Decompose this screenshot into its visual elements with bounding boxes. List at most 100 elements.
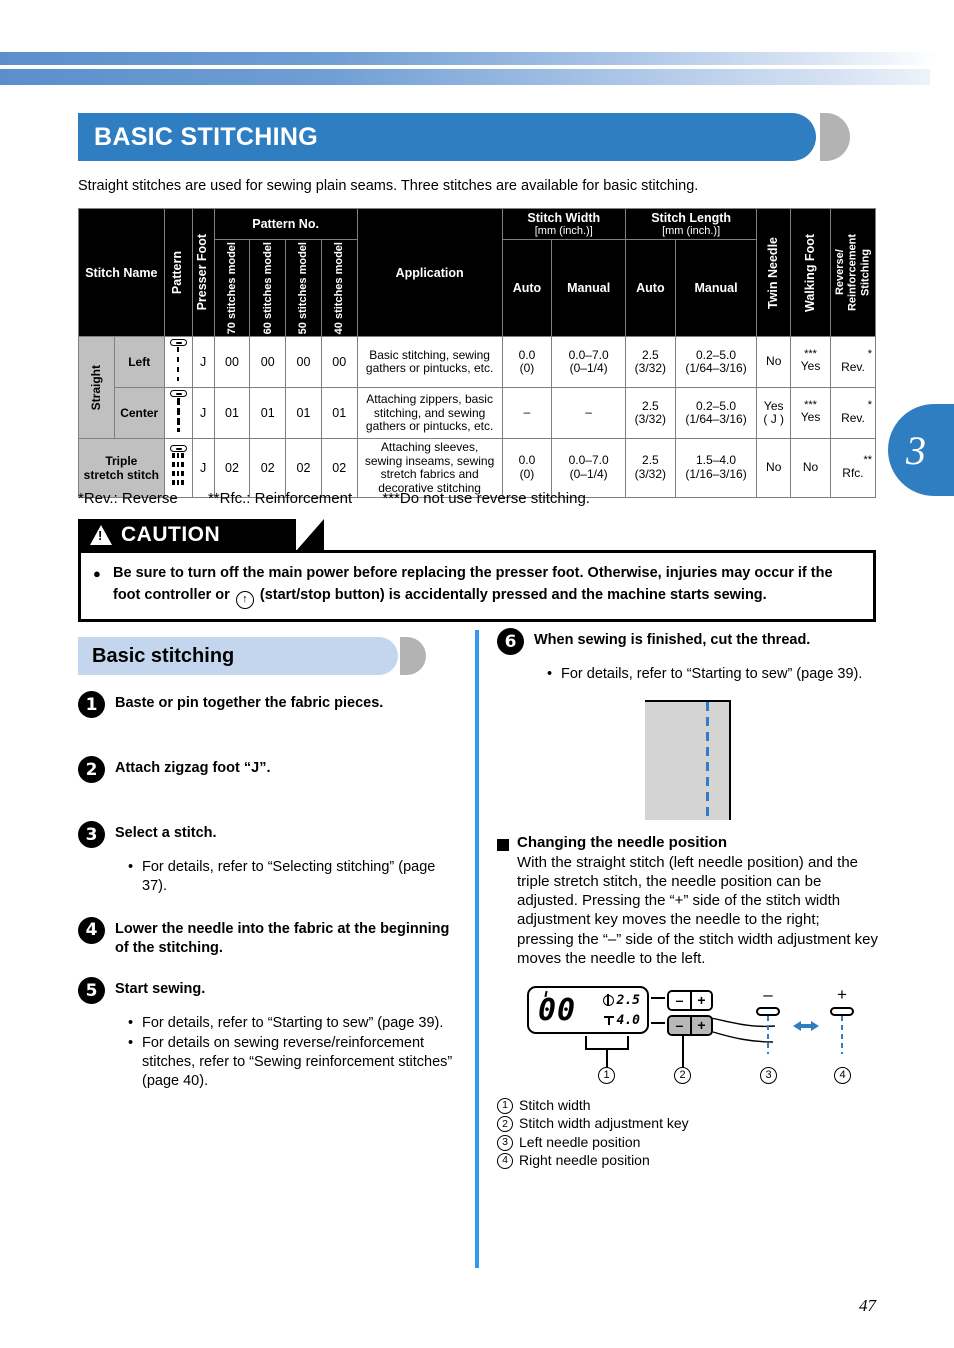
col-pattern: Pattern: [163, 207, 193, 338]
left-needle-sign: –: [763, 984, 773, 1004]
length-auto-triple-line1: 2.5: [642, 453, 659, 468]
row-group-straight: Straight: [78, 336, 115, 440]
pattern-no-60-triple: 02: [249, 438, 287, 499]
leader-line-upper: [651, 996, 665, 999]
length-auto-center-line2: (3/32): [634, 412, 667, 427]
stitch-line: [177, 347, 179, 382]
col-pattern-no: Pattern No.: [213, 208, 358, 240]
reverse-center-value: Rev.: [841, 411, 865, 426]
step-1: 1 Baste or pin together the fabric piece…: [78, 691, 460, 718]
col-stitch-length-line2: [mm (inch.)]: [662, 225, 721, 237]
width-auto-triple: 0.0 (0): [501, 438, 553, 499]
section-title-banner: Basic stitching: [78, 637, 460, 675]
presser-foot-oval-icon: [830, 1006, 854, 1016]
width-auto-triple-line1: 0.0: [518, 453, 536, 468]
stitch-length-adjustment-key[interactable]: – +: [667, 989, 713, 1011]
length-plus-key[interactable]: +: [690, 991, 711, 1009]
pattern-glyph-left: [163, 336, 193, 389]
pattern-no-50-left: 00: [285, 336, 322, 389]
width-plus-key[interactable]: +: [690, 1016, 711, 1034]
col-width-auto: Auto: [501, 238, 553, 338]
step-6: 6 When sewing is finished, cut the threa…: [497, 628, 879, 655]
stitch-spec-table: Stitch Name Pattern Presser Foot Pattern…: [78, 207, 877, 499]
step-4-title: Lower the needle into the fabric at the …: [115, 920, 450, 956]
stitch-width-adjustment-key[interactable]: – +: [667, 1014, 713, 1036]
col-width-manual: Manual: [551, 238, 626, 338]
reverse-triple-mark: **: [863, 454, 872, 467]
row-name-triple: Triple stretch stitch: [78, 438, 165, 499]
callout-2: 2: [674, 1066, 691, 1084]
lcd-width-readout: 2.5: [602, 993, 640, 1008]
legend-item: 4 Right needle position: [497, 1151, 879, 1170]
stitch-pattern-icon: [168, 339, 189, 385]
step-3-bullets: For details, refer to “Selecting stitchi…: [128, 858, 460, 896]
presser-foot-oval-icon: [756, 1006, 780, 1016]
step-5: 5 Start sewing.: [78, 977, 460, 1005]
width-auto-left: 0.0 (0): [501, 336, 553, 389]
col-model-50: 50 stitches model: [285, 238, 322, 338]
length-manual-left: 0.2–5.0 (1/64–3/16): [674, 336, 758, 389]
stitch-line: [181, 453, 184, 488]
step-3-title: Select a stitch.: [115, 825, 217, 841]
stitch-line: [172, 453, 175, 488]
step-4-number: 4: [78, 916, 105, 944]
step-4: 4 Lower the needle into the fabric at th…: [78, 916, 460, 958]
pattern-no-60-center: 01: [249, 387, 287, 440]
col-stitch-width: Stitch Width [mm (inch.)]: [501, 208, 626, 240]
header-bar-upper: [0, 52, 938, 65]
presser-foot-center: J: [191, 387, 215, 440]
width-minus-key[interactable]: –: [669, 1016, 690, 1034]
width-manual-left-line1: 0.0–7.0: [568, 347, 609, 362]
length-minus-key[interactable]: –: [669, 991, 690, 1009]
step-3: 3 Select a stitch.: [78, 821, 460, 848]
pattern-no-50-center: 01: [285, 387, 322, 440]
step-6-bullets: For details, refer to “Starting to sew” …: [547, 665, 879, 684]
pattern-no-40-left: 00: [320, 336, 358, 389]
step-5-title: Start sewing.: [115, 981, 206, 998]
col-stitch-width-line1: Stitch Width: [527, 211, 601, 225]
col-walking-foot: Walking Foot: [790, 207, 831, 338]
list-item: For details, refer to “Selecting stitchi…: [128, 858, 460, 896]
right-column: 6 When sewing is finished, cut the threa…: [497, 628, 879, 1170]
width-manual-triple: 0.0–7.0 (0–1/4): [551, 438, 626, 499]
col-twin-needle-label: Twin Needle: [765, 236, 780, 309]
col-stitch-length: Stitch Length [mm (inch.)]: [624, 208, 758, 240]
width-manual-triple-line2: (0–1/4): [569, 467, 608, 482]
needle-icon: [169, 445, 187, 453]
lcd-pattern-number: 00: [538, 992, 577, 1028]
stitch-width-icon: [602, 993, 614, 1006]
reverse-center: * Rev.: [829, 387, 877, 440]
list-item: For details on sewing reverse/reinforcem…: [128, 1034, 460, 1091]
table-row: Straight Left J 00 00 00 00 Basic stitch…: [78, 336, 877, 440]
legend-label-1: Stitch width: [519, 1096, 591, 1113]
lcd-length-readout: 4.0: [603, 1013, 640, 1028]
row-name-left: Left: [113, 336, 165, 389]
reverse-triple-value: Rfc.: [842, 466, 864, 481]
col-stitch-name: Stitch Name: [78, 207, 165, 338]
needle-stitch-line: [767, 1015, 769, 1054]
col-model-50-label: 50 stitches model: [297, 242, 310, 335]
length-auto-left-line1: 2.5: [642, 347, 659, 362]
stitch-length-icon: [603, 1015, 614, 1026]
callout-2-leader: [682, 1033, 684, 1068]
step-2-title: Attach zigzag foot “J”.: [115, 760, 271, 776]
step-1-number: 1: [78, 691, 105, 718]
start-stop-button-icon: ↑: [235, 590, 254, 609]
intro-paragraph: Straight stitches are used for sewing pl…: [78, 178, 699, 194]
length-manual-triple: 1.5–4.0 (1/16–3/16): [674, 438, 758, 499]
reverse-center-mark: *: [867, 399, 872, 412]
callout-1-leader: [606, 1047, 608, 1068]
col-model-70: 70 stitches model: [213, 238, 251, 338]
col-reverse-reinforcement: Reverse/ Reinforcement Stitching: [829, 207, 877, 338]
walking-foot-left: *** Yes: [790, 336, 831, 389]
caution-label: CAUTION: [121, 523, 221, 546]
fabric-illustration-wrap: [497, 699, 879, 820]
row-name-triple-line1: Triple: [105, 454, 138, 469]
step-3-number: 3: [78, 821, 105, 848]
step-6-title: When sewing is finished, cut the thread.: [534, 632, 811, 648]
page-title: BASIC STITCHING: [94, 122, 318, 151]
col-presser-foot-label: Presser Foot: [195, 234, 210, 311]
step-5-number: 5: [78, 977, 105, 1005]
width-auto-triple-line2: (0): [519, 467, 535, 482]
pattern-glyph-center: [163, 387, 193, 440]
